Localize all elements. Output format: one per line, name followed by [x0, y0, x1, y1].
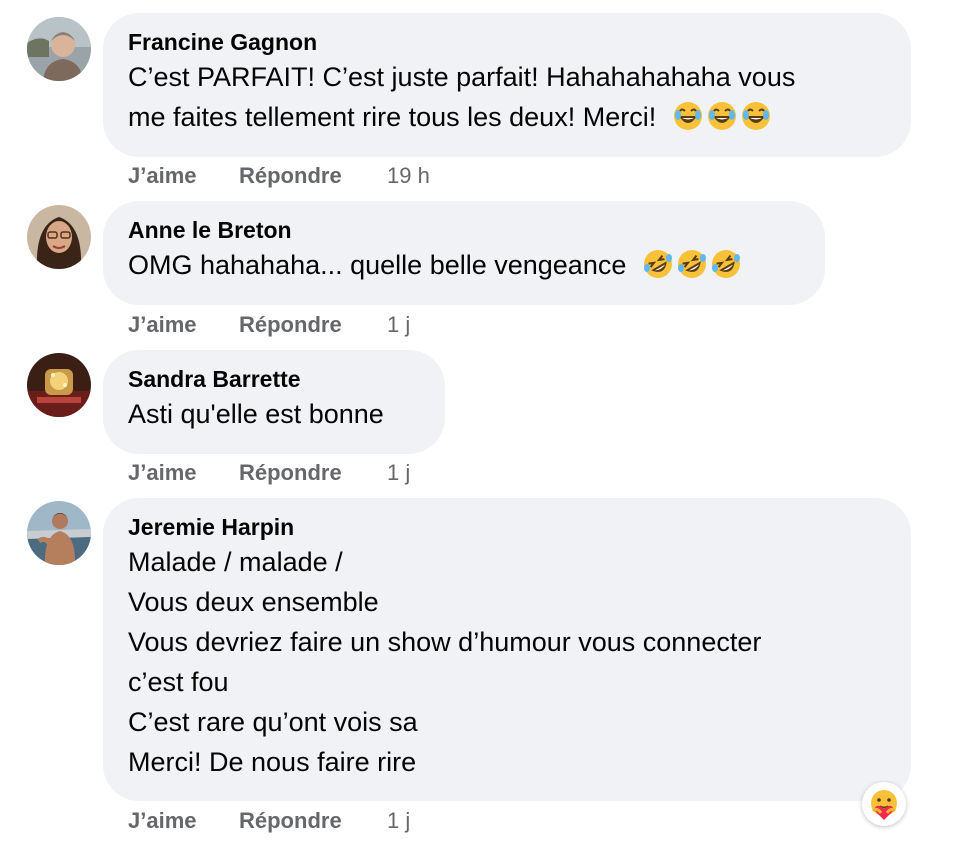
comment-bubble: Anne le Breton OMG hahahaha... quelle be… — [103, 201, 825, 305]
care-reaction-icon[interactable] — [862, 782, 906, 826]
comment-line-with-emoji: OMG hahahaha... quelle belle vengeance — [128, 245, 801, 285]
tears-of-joy-emoji — [672, 100, 704, 132]
comment-actions: J’aime Répondre 1 j — [128, 459, 410, 487]
avatar[interactable] — [27, 501, 91, 565]
avatar[interactable] — [27, 205, 91, 269]
timestamp[interactable]: 1 j — [387, 459, 410, 487]
rolling-on-floor-laughing-emoji — [710, 248, 742, 280]
comment-line: C’est PARFAIT! C’est juste parfait! Haha… — [128, 62, 796, 92]
comment-actions: J’aime Répondre 1 j — [128, 311, 410, 339]
tears-of-joy-emoji — [740, 100, 772, 132]
comment-author[interactable]: Sandra Barrette — [128, 364, 421, 394]
comment-line: C’est rare qu’ont vois sa — [128, 707, 418, 737]
reply-button[interactable]: Répondre — [239, 162, 387, 190]
comment-author[interactable]: Jeremie Harpin — [128, 512, 887, 542]
rolling-on-floor-laughing-emoji — [676, 248, 708, 280]
reply-button[interactable]: Répondre — [239, 311, 387, 339]
comment-bubble: Sandra Barrette Asti qu'elle est bonne — [103, 350, 445, 454]
timestamp[interactable]: 1 j — [387, 311, 410, 339]
comment-actions: J’aime Répondre 19 h — [128, 162, 430, 190]
comment-line: Vous devriez faire un show d’humour vous… — [128, 627, 762, 657]
comment-author[interactable]: Francine Gagnon — [128, 27, 887, 57]
comment-line: Malade / malade / — [128, 547, 343, 577]
like-button[interactable]: J’aime — [128, 807, 239, 835]
avatar[interactable] — [27, 353, 91, 417]
comment-actions: J’aime Répondre 1 j — [128, 807, 410, 835]
like-button[interactable]: J’aime — [128, 162, 239, 190]
timestamp[interactable]: 1 j — [387, 807, 410, 835]
comment-line-with-emoji: me faites tellement rire tous les deux! … — [128, 97, 887, 137]
like-button[interactable]: J’aime — [128, 311, 239, 339]
timestamp[interactable]: 19 h — [387, 162, 430, 190]
rolling-on-floor-laughing-emoji — [642, 248, 674, 280]
comment-author[interactable]: Anne le Breton — [128, 215, 801, 245]
reply-button[interactable]: Répondre — [239, 807, 387, 835]
comment-line: me faites tellement rire tous les deux! … — [128, 102, 657, 132]
comment-line: OMG hahahaha... quelle belle vengeance — [128, 250, 627, 280]
comment-line: Asti qu'elle est bonne — [128, 399, 384, 429]
comment-line: Vous deux ensemble — [128, 587, 379, 617]
tears-of-joy-emoji — [706, 100, 738, 132]
comment-line: Merci! De nous faire rire — [128, 747, 417, 777]
comment-bubble: Jeremie Harpin Malade / malade / Vous de… — [103, 498, 911, 801]
reply-button[interactable]: Répondre — [239, 459, 387, 487]
comment-line: c’est fou — [128, 667, 229, 697]
like-button[interactable]: J’aime — [128, 459, 239, 487]
avatar[interactable] — [27, 17, 91, 81]
comment-bubble: Francine Gagnon C’est PARFAIT! C’est jus… — [103, 13, 911, 157]
